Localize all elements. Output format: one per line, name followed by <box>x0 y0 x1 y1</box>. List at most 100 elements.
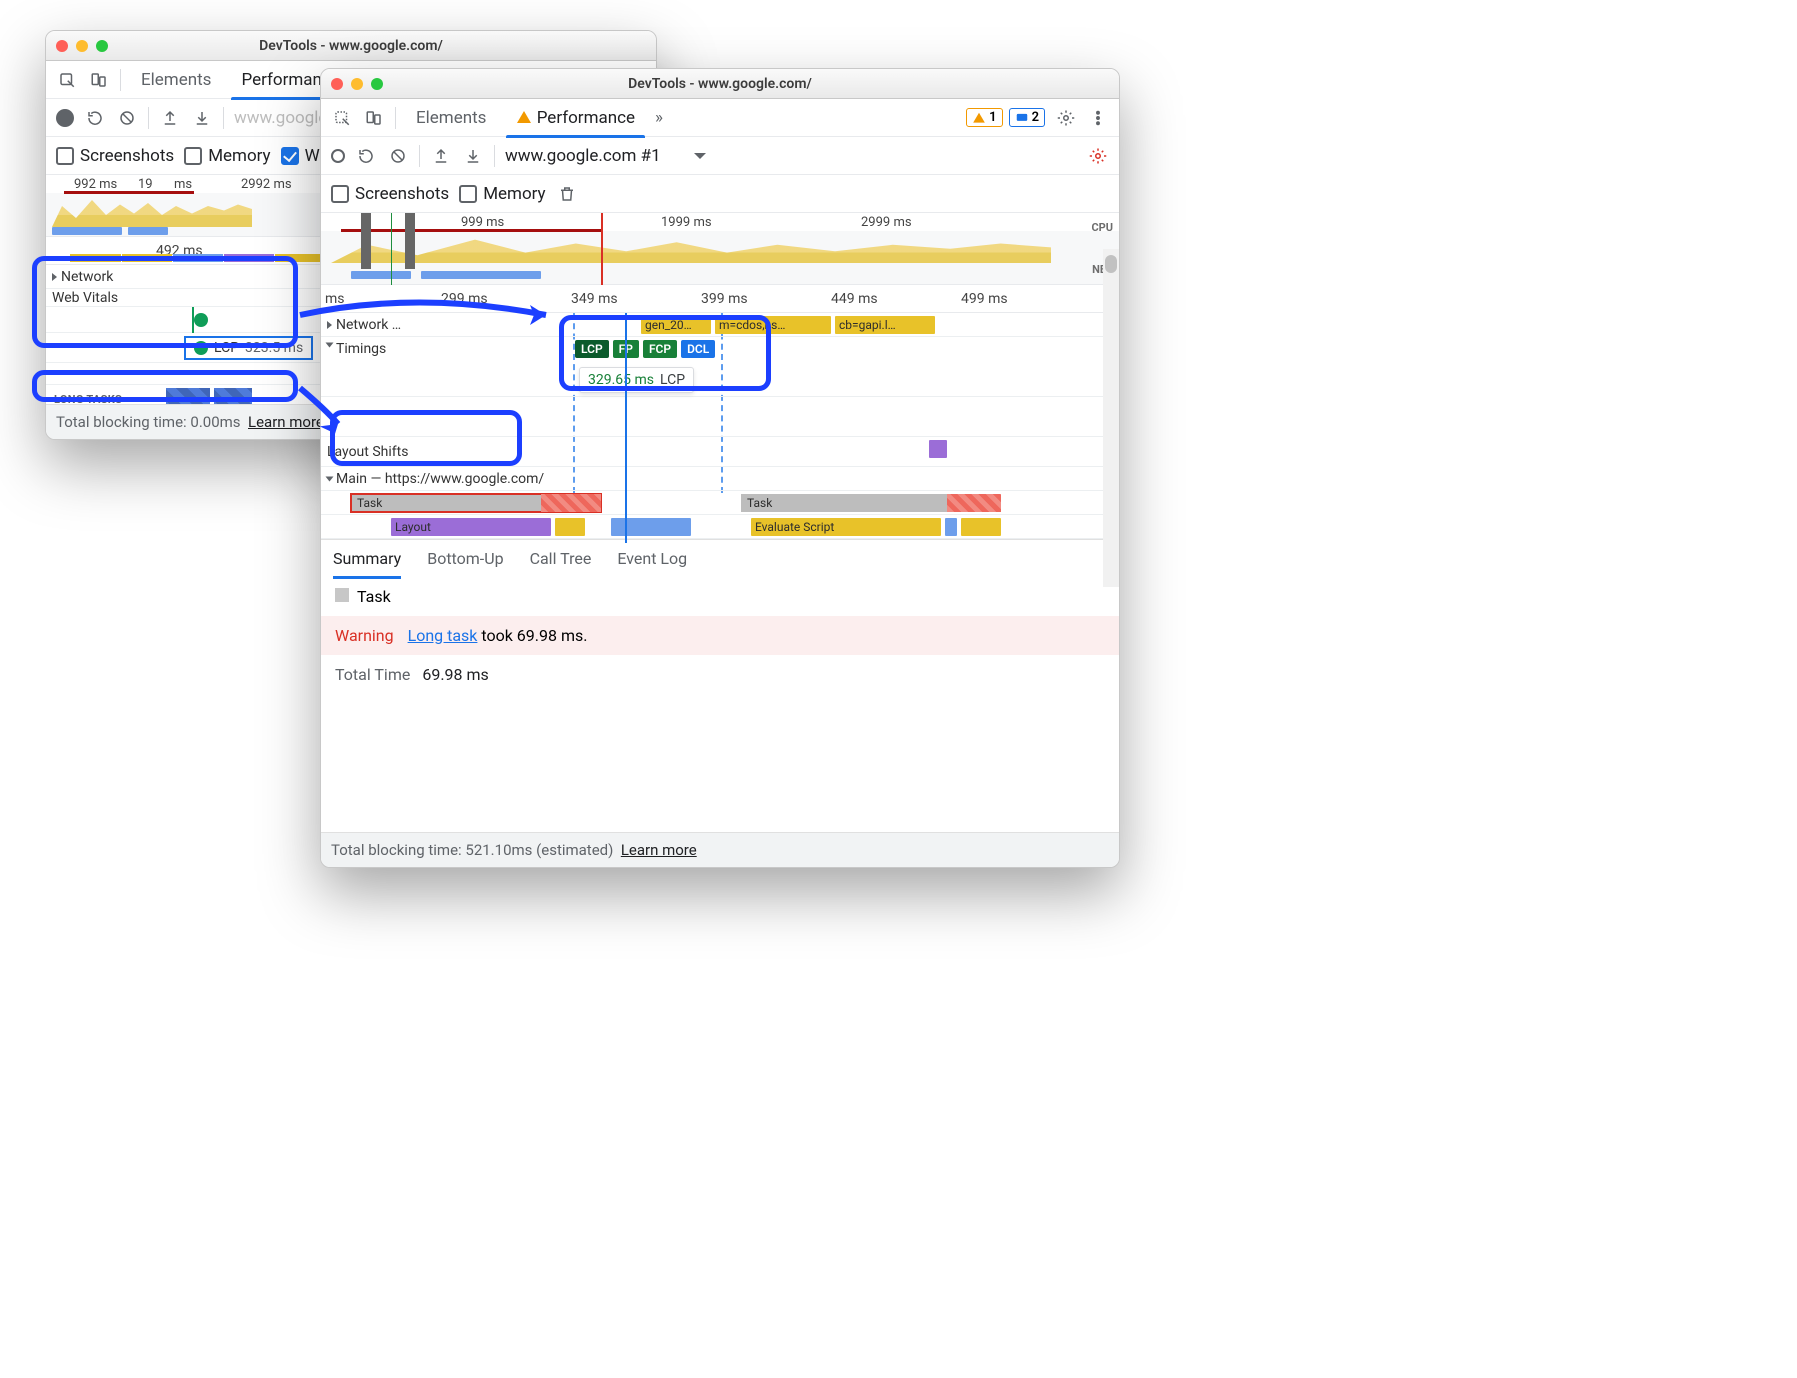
ov-tick: 2992 ms <box>241 177 292 192</box>
main-track-header[interactable]: Main — https://www.google.com/ <box>321 467 1119 491</box>
layout-chunk[interactable]: Layout <box>391 518 551 536</box>
ov-tick: 2999 ms <box>861 215 912 230</box>
sub-chunk[interactable] <box>961 518 1001 536</box>
upload-icon[interactable] <box>159 107 181 129</box>
memory-label: Memory <box>483 184 545 204</box>
warning-label: Warning <box>335 626 394 645</box>
task-label: Task <box>747 496 772 510</box>
tab-elements[interactable]: Elements <box>406 99 496 137</box>
download-icon[interactable] <box>462 145 484 167</box>
tab-summary[interactable]: Summary <box>333 540 401 578</box>
tab-bottomup[interactable]: Bottom-Up <box>427 540 503 578</box>
tbt-value: 521.10ms (estimated) <box>465 841 613 859</box>
arrow-webvitals-to-timings <box>296 280 566 350</box>
inspect-icon[interactable] <box>56 69 78 91</box>
sub-chunk[interactable] <box>555 518 585 536</box>
task-block[interactable]: Task <box>351 494 601 512</box>
screenshots-checkbox[interactable]: Screenshots <box>56 146 174 166</box>
tab-perf-label: Performance <box>537 108 635 128</box>
tab-eventlog[interactable]: Event Log <box>617 540 687 578</box>
titlebar[interactable]: DevTools - www.google.com/ <box>321 69 1119 99</box>
task-lane[interactable]: Task Task <box>321 491 1119 515</box>
callout-timings <box>559 315 771 391</box>
ov-tick: ms <box>174 177 192 192</box>
perf-toolbar: www.google.com #1 <box>321 137 1119 175</box>
settings-gear-icon[interactable] <box>1087 145 1109 167</box>
window-title: DevTools - www.google.com/ <box>46 38 656 54</box>
titlebar[interactable]: DevTools - www.google.com/ <box>46 31 656 61</box>
tab-elements[interactable]: Elements <box>131 61 221 99</box>
scroll-thumb[interactable] <box>1105 255 1117 273</box>
issue-badges[interactable]: 1 2 <box>966 108 1045 127</box>
ov-tick: 999 ms <box>461 215 504 230</box>
cpu-label: CPU <box>1091 221 1113 234</box>
tbt-value: 0.00ms <box>190 413 240 431</box>
kebab-icon[interactable] <box>1087 107 1109 129</box>
ov-tick: 1999 ms <box>661 215 712 230</box>
record-button[interactable] <box>56 109 74 127</box>
layout-label: Layout <box>395 520 431 534</box>
inspect-icon[interactable] <box>331 107 353 129</box>
eval-label: Evaluate Script <box>755 520 834 534</box>
task-lane-sub[interactable]: Layout Evaluate Script <box>321 515 1119 539</box>
perf-options: Screenshots Memory <box>321 175 1119 213</box>
tab-calltree[interactable]: Call Tree <box>530 540 592 578</box>
arrow-longtasks-to-task <box>296 380 356 440</box>
eval-chunk[interactable]: Evaluate Script <box>751 518 941 536</box>
info-count: 2 <box>1032 110 1039 125</box>
devtools-window-new: DevTools - www.google.com/ Elements Perf… <box>320 68 1120 868</box>
totaltime-value: 69.98 ms <box>422 665 488 684</box>
record-button[interactable] <box>331 149 345 163</box>
device-icon[interactable] <box>88 69 110 91</box>
device-icon[interactable] <box>363 107 385 129</box>
warning-row: Warning Long task took 69.98 ms. <box>321 616 1119 655</box>
overview-lane[interactable]: 999 ms 1999 ms 2999 ms CPU NET <box>321 213 1119 285</box>
sub-chunk[interactable] <box>611 518 691 536</box>
callout-task <box>330 410 522 466</box>
download-icon[interactable] <box>191 107 213 129</box>
network-chunk[interactable]: cb=gapi.l… <box>835 316 935 334</box>
gear-icon[interactable] <box>1055 107 1077 129</box>
screenshots-label: Screenshots <box>80 146 174 166</box>
upload-icon[interactable] <box>430 145 452 167</box>
warn-count: 1 <box>989 110 996 125</box>
axis-tick: 349 ms <box>571 291 618 307</box>
memory-checkbox[interactable]: Memory <box>184 146 270 166</box>
task-block[interactable]: Task <box>741 494 1001 512</box>
longtask-link[interactable]: Long task <box>408 626 478 645</box>
sub-chunk[interactable] <box>945 518 957 536</box>
learn-more-link[interactable]: Learn more <box>621 841 697 859</box>
scrollbar[interactable] <box>1103 249 1119 587</box>
totaltime-key: Total Time <box>335 665 410 684</box>
details-tabs: Summary Bottom-Up Call Tree Event Log <box>321 539 1119 577</box>
chevron-down-icon[interactable] <box>689 145 711 167</box>
clear-icon[interactable] <box>116 107 138 129</box>
memory-checkbox[interactable]: Memory <box>459 184 545 204</box>
summary-header: Task <box>321 577 1119 616</box>
ls-chunk[interactable] <box>929 440 947 458</box>
clear-icon[interactable] <box>387 145 409 167</box>
tab-performance[interactable]: Performance <box>506 99 645 137</box>
task-swatch-icon <box>335 588 349 602</box>
ov-tick: 19 <box>138 177 153 192</box>
callout-longtasks <box>32 370 298 402</box>
warning-icon <box>516 109 532 125</box>
axis-tick: 449 ms <box>831 291 878 307</box>
messages-badge[interactable]: 2 <box>1009 108 1045 127</box>
screenshots-checkbox[interactable]: Screenshots <box>331 184 449 204</box>
axis-tick: 499 ms <box>961 291 1008 307</box>
profile-select[interactable]: www.google.com #1 <box>505 146 661 166</box>
footer-bar: Total blocking time: 521.10ms (estimated… <box>321 832 1119 867</box>
trash-icon[interactable] <box>556 183 578 205</box>
callout-webvitals <box>32 256 298 348</box>
window-title: DevTools - www.google.com/ <box>321 76 1119 92</box>
warning-icon <box>972 111 986 125</box>
ov-tick: 992 ms <box>74 177 117 192</box>
tbt-label: Total blocking time: <box>331 841 465 859</box>
reload-icon[interactable] <box>84 107 106 129</box>
reload-icon[interactable] <box>355 145 377 167</box>
devtools-tabs: Elements Performance » 1 2 <box>321 99 1119 137</box>
message-icon <box>1015 111 1029 125</box>
warnings-badge[interactable]: 1 <box>966 108 1002 127</box>
more-tabs[interactable]: » <box>655 108 663 128</box>
